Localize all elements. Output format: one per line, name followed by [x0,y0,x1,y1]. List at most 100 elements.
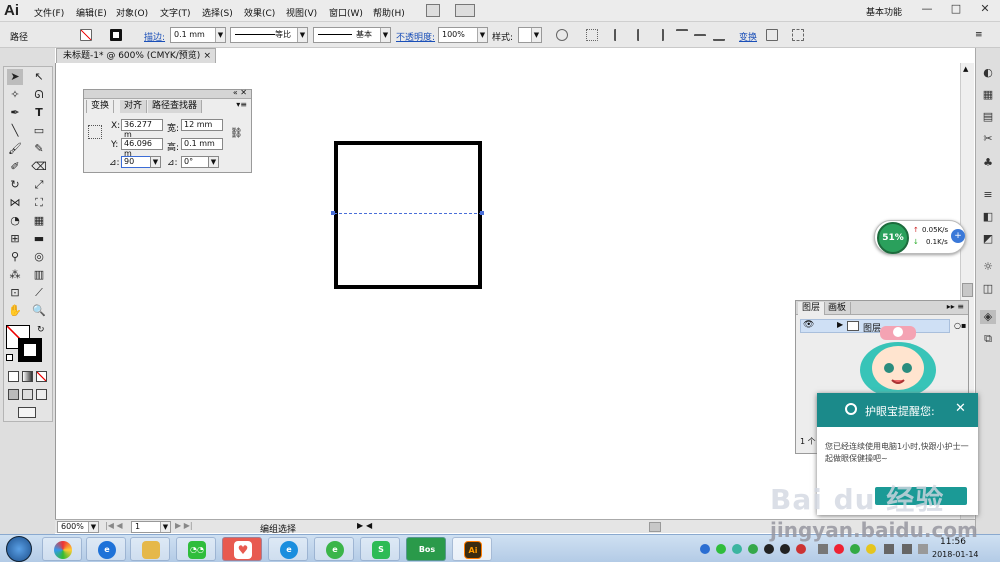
eraser-tool-icon[interactable]: ⌫ [31,159,47,175]
align-right-icon[interactable] [652,29,664,41]
panel-menu-icon[interactable]: ▾≡ [236,100,247,109]
transparency-panel-icon[interactable]: ◩ [980,232,996,246]
transform-options-icon[interactable] [792,29,804,41]
perspective-grid-tool-icon[interactable]: ▦ [31,213,47,229]
blend-tool-icon[interactable]: ◎ [31,249,47,265]
width-tool-icon[interactable]: ⋈ [7,195,23,211]
menu-help[interactable]: 帮助(H) [373,6,405,19]
tray-icon[interactable] [748,544,758,554]
artboard-tool-icon[interactable]: ⊡ [7,285,23,301]
symbol-sprayer-tool-icon[interactable]: ⁂ [7,267,23,283]
color-guide-icon[interactable]: ▦ [980,88,996,102]
gradient-mode-icon[interactable] [22,371,33,382]
pencil-tool-icon[interactable]: ✎ [31,141,47,157]
menu-object[interactable]: 对象(O) [116,6,148,19]
default-colors-icon[interactable] [6,354,13,361]
taskbar-app-browser[interactable]: e [268,537,308,561]
close-icon[interactable]: ✕ [955,401,966,416]
stroke-weight-field[interactable]: 0.1 mm ▼ [170,27,226,43]
brush-definition[interactable]: 基本 ▼ [313,27,391,43]
lasso-tool-icon[interactable]: ᘏ [31,87,47,103]
last-artboard-icon[interactable]: ▶ ▶| [175,521,193,530]
tab-transform[interactable]: 变换 [86,100,115,113]
memory-usage-gauge[interactable]: 51% [877,222,909,254]
stroke-label[interactable]: 描边: [144,30,165,43]
brushes-panel-icon[interactable]: ✂ [980,132,996,146]
scroll-up-icon[interactable]: ▲ [963,65,972,75]
document-tab[interactable]: 未标题-1* @ 600% (CMYK/预览) × [56,48,216,63]
color-panel-icon[interactable]: ◐ [980,66,996,80]
symbols-panel-icon[interactable]: ♣ [980,156,996,170]
menu-view[interactable]: 视图(V) [286,6,317,19]
selection-tool-icon[interactable]: ➤ [7,69,23,85]
expand-triangle-icon[interactable]: ▶ [837,320,843,329]
anchor-point[interactable] [331,211,335,215]
pen-tool-icon[interactable]: ✒ [7,105,23,121]
chevron-down-icon[interactable]: ▼ [150,156,161,168]
clock-date[interactable]: 2018-01-14 [932,550,979,559]
stroke-color-swatch[interactable] [18,338,42,362]
chevron-down-icon[interactable]: ▼ [160,522,170,532]
reference-point-icon[interactable] [586,29,598,41]
minimize-button[interactable]: — [912,0,942,18]
graphic-style-swatch[interactable]: ▼ [518,27,542,43]
align-center-icon[interactable] [637,29,649,41]
appearance-panel-icon[interactable]: ☼ [980,260,996,274]
column-graph-tool-icon[interactable]: ▥ [31,267,47,283]
y-field[interactable]: 46.096 m [121,138,163,158]
zoom-field[interactable]: 600% ▼ [57,521,99,533]
gradient-tool-icon[interactable]: ▬ [31,231,47,247]
eyedropper-tool-icon[interactable]: ⚲ [7,249,23,265]
tab-align[interactable]: 对齐 [120,100,148,113]
none-mode-icon[interactable] [36,371,47,382]
artboards-panel-icon[interactable]: ⧉ [980,332,996,346]
variable-width-profile[interactable]: 等比 ▼ [230,27,308,43]
menu-edit[interactable]: 编辑(E) [76,6,107,19]
type-tool-icon[interactable]: T [31,105,47,121]
arrange-documents-icon[interactable] [455,4,475,17]
tray-icon[interactable] [716,544,726,554]
workspace-switcher[interactable]: 基本功能 [866,5,902,18]
reference-point-locator-icon[interactable] [88,125,102,139]
chevron-down-icon[interactable]: ▼ [88,522,98,532]
height-field[interactable]: 0.1 mm [181,138,223,150]
swatches-panel-icon[interactable]: ▤ [980,110,996,124]
taskbar-app-heart[interactable]: ♥ [222,537,262,561]
isolate-icon[interactable] [766,29,778,41]
draw-normal-icon[interactable] [8,389,19,400]
menu-select[interactable]: 选择(S) [202,6,233,19]
taskbar-app-illustrator[interactable]: Ai [452,537,492,561]
fill-swatch-icon[interactable] [80,29,92,41]
opacity-field[interactable]: 100% ▼ [438,27,488,43]
align-bottom-icon[interactable] [713,29,725,41]
artboard-number-field[interactable]: 1 ▼ [131,521,171,533]
chevron-down-icon[interactable]: ▼ [477,28,487,42]
taskbar-app-explorer[interactable] [130,537,170,561]
align-middle-icon[interactable] [694,34,706,46]
scale-tool-icon[interactable]: ⤢ [31,177,47,193]
status-menu-icon[interactable]: ▶ [357,521,363,530]
menu-file[interactable]: 文件(F) [34,6,64,19]
taskbar-app-wechat[interactable]: ◔◔ [176,537,216,561]
opacity-label[interactable]: 不透明度: [396,30,435,43]
mesh-tool-icon[interactable]: ⊞ [7,231,23,247]
recolor-artwork-icon[interactable] [556,29,568,41]
chevron-down-icon[interactable]: ▼ [215,28,225,42]
hand-tool-icon[interactable]: ✋ [7,303,23,319]
x-field[interactable]: 36.277 m [121,119,163,139]
slice-tool-icon[interactable]: ⟋ [31,285,47,301]
draw-behind-icon[interactable] [22,389,33,400]
close-tab-icon[interactable]: × [203,49,211,63]
panel-collapse-icon[interactable]: « ✕ [233,88,247,97]
stroke-swatch-icon[interactable] [110,29,122,41]
tab-layers[interactable]: 图层 [798,302,826,315]
layers-panel-icon[interactable]: ◈ [980,310,996,324]
draw-inside-icon[interactable] [36,389,47,400]
direct-selection-tool-icon[interactable]: ↖ [31,69,47,85]
magic-wand-tool-icon[interactable]: ✧ [7,87,23,103]
taskbar-app-balls[interactable] [42,537,82,561]
eye-icon[interactable]: 👁 [803,320,814,330]
network-monitor-widget[interactable]: 51% ↑ 0.05K/s ↓ 0.1K/s + [874,220,966,254]
constrain-proportions-icon[interactable]: ⛓ [230,128,243,139]
maximize-button[interactable]: □ [941,0,971,18]
